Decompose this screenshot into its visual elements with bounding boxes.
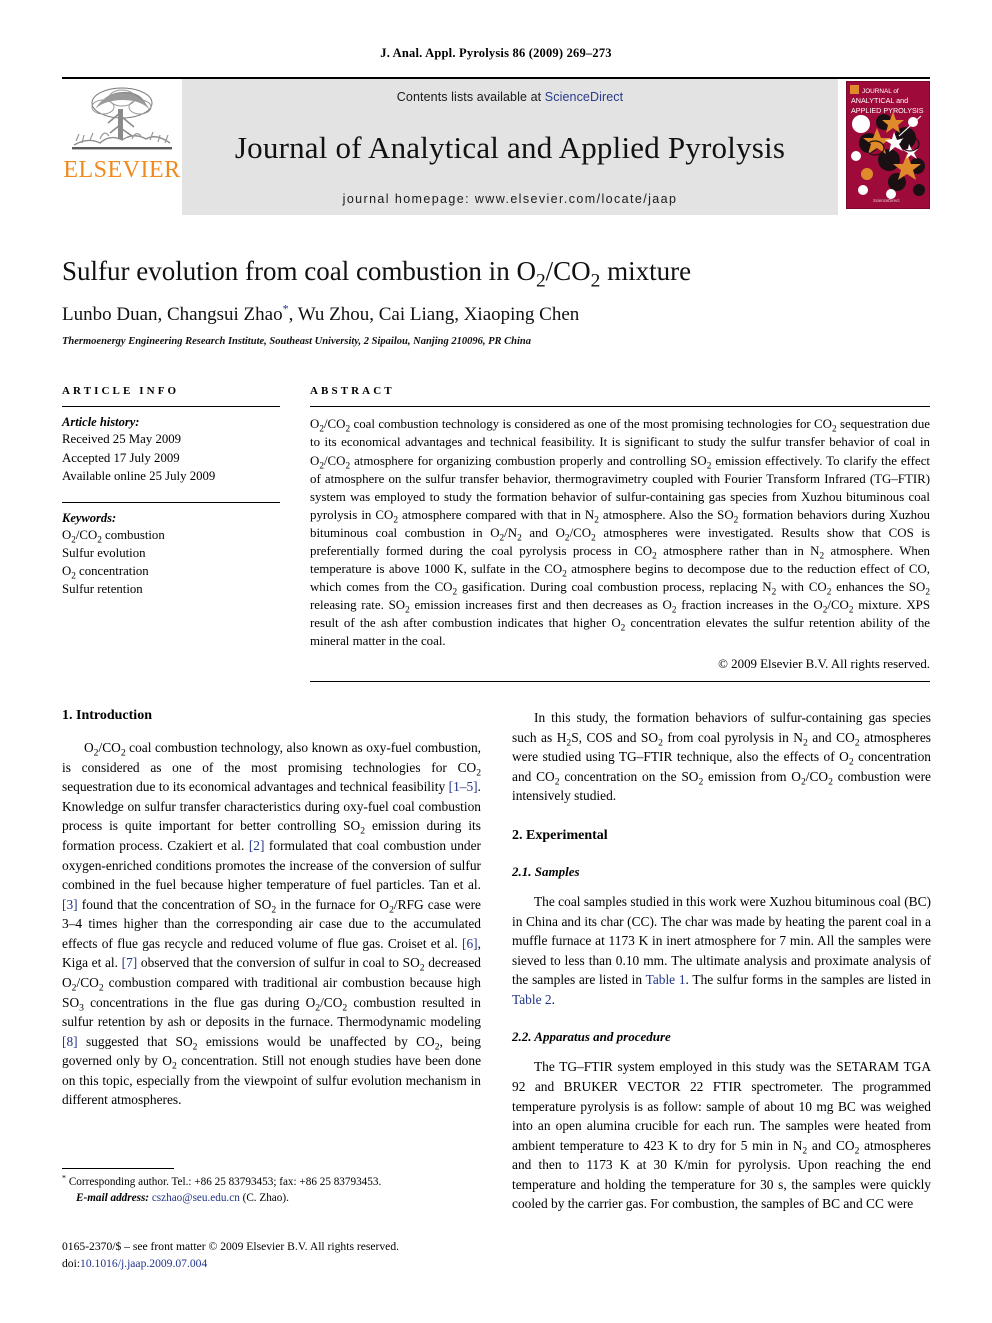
title-part-2: /CO [545, 256, 591, 286]
info-abstract-row: ARTICLE INFO Article history: Received 2… [62, 385, 931, 683]
title-part-3: mixture [600, 256, 692, 286]
masthead-band: Contents lists available at ScienceDirec… [182, 79, 838, 215]
citation-link[interactable]: [3] [62, 897, 78, 912]
body-column-left: 1. Introduction O2/CO2 coal combustion t… [62, 708, 481, 1214]
article-info-heading: ARTICLE INFO [62, 385, 180, 398]
svg-text:ScienceDirect: ScienceDirect [873, 198, 900, 203]
divider [62, 406, 280, 408]
heading-introduction: 1. Introduction [62, 708, 152, 724]
citation-link[interactable]: [6] [462, 936, 478, 951]
heading-samples: 2.1. Samples [512, 864, 580, 880]
citation-link[interactable]: [7] [122, 955, 138, 970]
journal-cover-artwork-icon: JOURNAL of ANALYTICAL and APPLIED PYROLY… [847, 82, 929, 208]
contents-prefix: Contents lists available at [396, 90, 545, 104]
paragraph-samples: The coal samples studied in this work we… [512, 894, 931, 1007]
authors-first: Lunbo Duan, Changsui Zhao [62, 304, 283, 326]
abstract-column: ABSTRACT O2/CO2 coal combustion technolo… [310, 385, 931, 683]
article-body: 1. Introduction O2/CO2 coal combustion t… [62, 708, 931, 1214]
footnote-line-2: E-mail address: cszhao@seu.edu.cn (C. Zh… [62, 1191, 481, 1207]
title-sub-1: 2 [535, 270, 546, 292]
heading-apparatus: 2.2. Apparatus and procedure [512, 1029, 671, 1045]
footnote-line-1: * Corresponding author. Tel.: +86 25 837… [62, 1173, 481, 1191]
author-affiliation: Thermoenergy Engineering Research Instit… [62, 336, 531, 348]
elsevier-tree-logo-icon [72, 87, 172, 150]
history-received: Received 25 May 2009 [62, 432, 182, 447]
svg-text:ANALYTICAL and: ANALYTICAL and [851, 96, 908, 105]
publisher-logo: ELSEVIER [62, 79, 182, 215]
doi-link[interactable]: 10.1016/j.jaap.2009.07.004 [80, 1257, 207, 1270]
keyword-item: Sulfur evolution [62, 546, 146, 561]
email-label: E-mail address: [76, 1191, 150, 1204]
journal-cover-image: JOURNAL of ANALYTICAL and APPLIED PYROLY… [846, 81, 930, 209]
journal-homepage[interactable]: journal homepage: www.elsevier.com/locat… [343, 192, 678, 206]
divider [310, 681, 930, 683]
author-list: Lunbo Duan, Changsui Zhao*, Wu Zhou, Cai… [62, 303, 930, 326]
journal-title: Journal of Analytical and Applied Pyroly… [234, 129, 786, 165]
table-1-link[interactable]: Table 1 [646, 972, 686, 987]
authors-rest: , Wu Zhou, Cai Liang, Xiaoping Chen [288, 304, 580, 326]
history-accepted: Accepted 17 July 2009 [62, 450, 180, 465]
svg-text:APPLIED PYROLYSIS: APPLIED PYROLYSIS [851, 106, 924, 115]
table-2-link[interactable]: Table 2 [512, 992, 552, 1007]
paragraph-introduction: O2/CO2 coal combustion technology, also … [62, 740, 482, 1108]
article-title: Sulfur evolution from coal combustion in… [62, 255, 930, 291]
divider [310, 406, 930, 408]
issn-doi-footer: 0165-2370/$ – see front matter © 2009 El… [62, 1238, 492, 1273]
paragraph-study-scope: In this study, the formation behaviors o… [512, 710, 932, 804]
citation-link[interactable]: [1–5] [449, 779, 478, 794]
paragraph-apparatus: The TG–FTIR system employed in this stud… [512, 1059, 932, 1212]
footnote-marker: * [62, 1173, 67, 1183]
keyword-item: O2 concentration [62, 564, 149, 581]
citation-link[interactable]: [2] [249, 838, 265, 853]
footnote-divider [62, 1168, 174, 1169]
title-sub-2: 2 [590, 270, 601, 292]
issn-line: 0165-2370/$ – see front matter © 2009 El… [62, 1240, 400, 1253]
abstract-text: O2/CO2 coal combustion technology is con… [310, 417, 931, 649]
publisher-wordmark: ELSEVIER [63, 157, 181, 183]
contents-available-line: Contents lists available at ScienceDirec… [397, 90, 623, 104]
heading-experimental: 2. Experimental [512, 828, 608, 844]
sciencedirect-link[interactable]: ScienceDirect [545, 90, 623, 104]
article-history-label: Article history: [62, 415, 140, 430]
keyword-item: Sulfur retention [62, 582, 143, 597]
running-head: J. Anal. Appl. Pyrolysis 86 (2009) 269–2… [380, 46, 612, 60]
journal-masthead: ELSEVIER Contents lists available at Sci… [62, 77, 930, 215]
svg-text:JOURNAL of: JOURNAL of [862, 88, 899, 95]
article-info-column: ARTICLE INFO Article history: Received 2… [62, 385, 280, 682]
keywords-block: Keywords: O2/CO2 combustion Sulfur evolu… [62, 501, 280, 599]
keyword-item: O2/CO2 combustion [62, 527, 165, 545]
title-block: Sulfur evolution from coal combustion in… [62, 255, 930, 347]
doi-line: doi:10.1016/j.jaap.2009.07.004 [62, 1255, 492, 1272]
corresponding-author-footnote: * Corresponding author. Tel.: +86 25 837… [62, 1168, 481, 1207]
article-page: J. Anal. Appl. Pyrolysis 86 (2009) 269–2… [0, 0, 992, 1323]
divider [62, 501, 280, 503]
author-email-link[interactable]: cszhao@seu.edu.cn [152, 1192, 240, 1204]
title-part-1: Sulfur evolution from coal combustion in… [62, 256, 536, 286]
abstract-heading: ABSTRACT [310, 385, 395, 398]
keywords-label: Keywords: [62, 510, 117, 525]
journal-cover-thumbnail[interactable]: JOURNAL of ANALYTICAL and APPLIED PYROLY… [838, 79, 930, 215]
body-column-right: In this study, the formation behaviors o… [512, 708, 931, 1214]
doi-label: doi: [62, 1257, 81, 1271]
citation-link[interactable]: [8] [62, 1034, 78, 1049]
email-suffix: (C. Zhao). [239, 1191, 289, 1204]
history-available: Available online 25 July 2009 [62, 468, 216, 483]
footnote-contact: Corresponding author. Tel.: +86 25 83793… [68, 1176, 382, 1188]
abstract-copyright: © 2009 Elsevier B.V. All rights reserved… [718, 657, 930, 672]
